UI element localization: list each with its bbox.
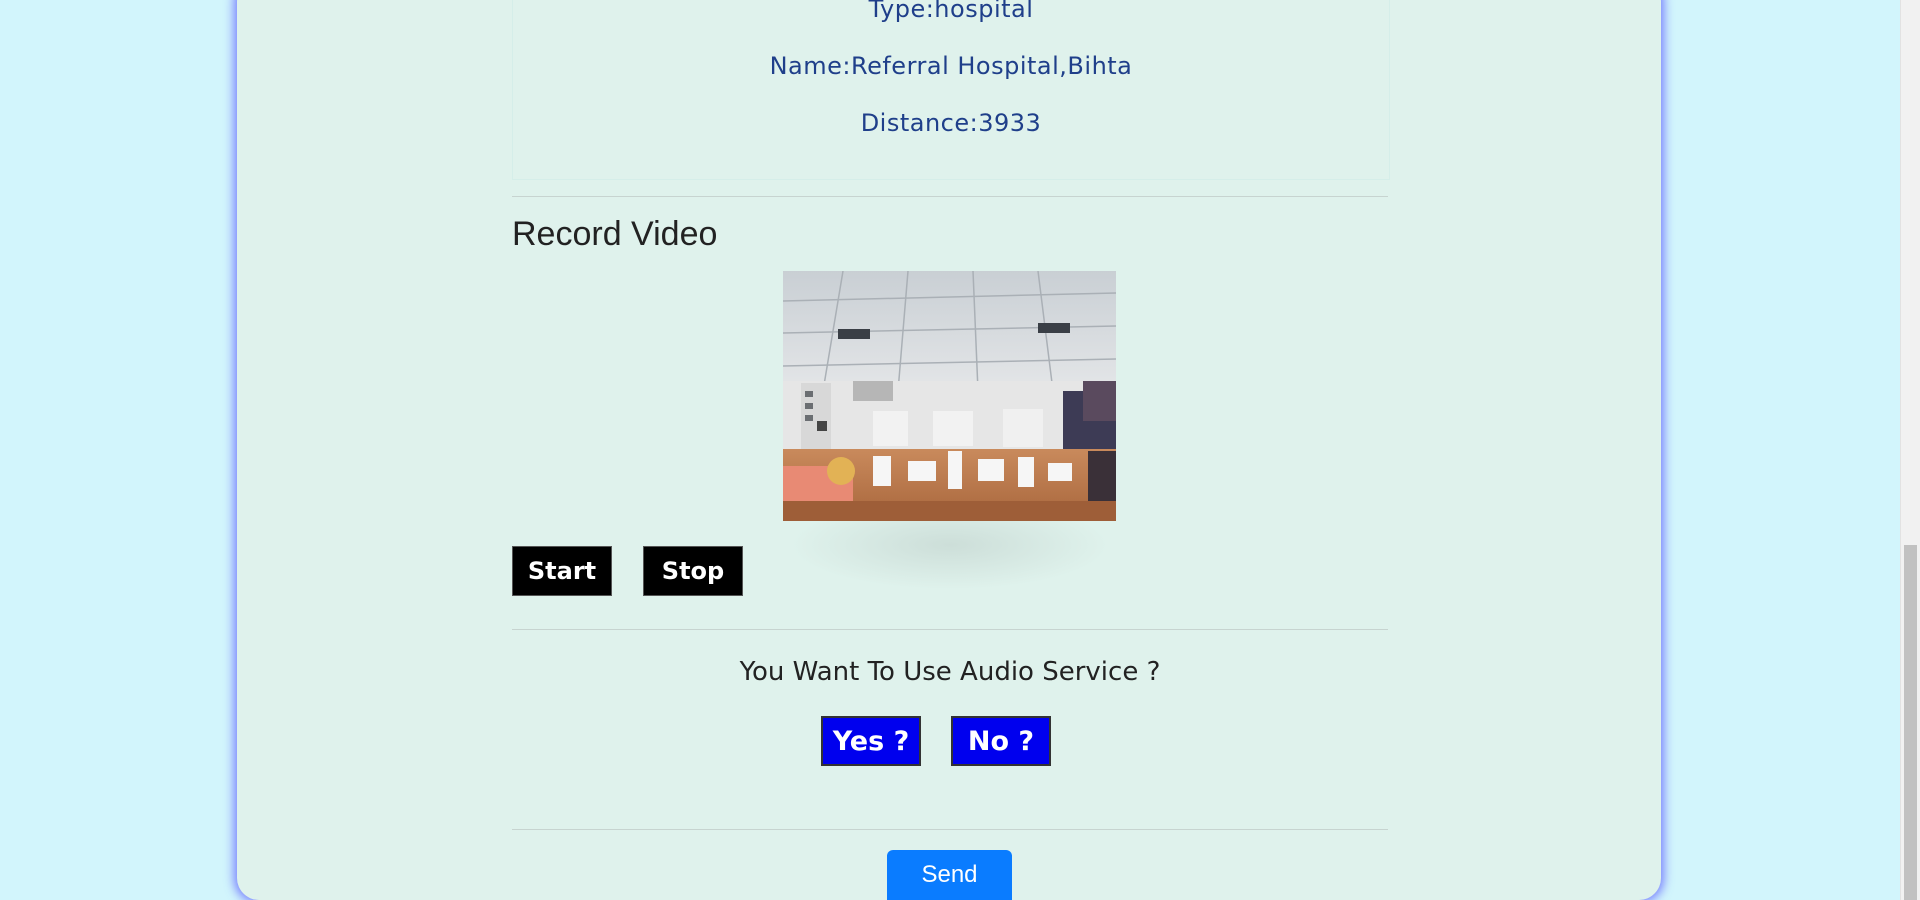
stop-button[interactable]: Stop [643, 546, 743, 596]
vertical-scrollbar[interactable] [1900, 0, 1920, 900]
divider [512, 196, 1388, 197]
divider [512, 629, 1388, 630]
scrollbar-thumb[interactable] [1904, 545, 1917, 900]
facility-name: Name:Referral Hospital,Bihta [769, 52, 1133, 80]
facility-info-box [512, 0, 1390, 180]
page: Type:hospital Name:Referral Hospital,Bih… [0, 0, 1920, 900]
video-preview[interactable] [783, 271, 1116, 521]
audio-yes-button[interactable]: Yes ? [821, 716, 921, 766]
divider [512, 829, 1388, 830]
audio-no-button[interactable]: No ? [951, 716, 1051, 766]
facility-type: Type:hospital [868, 0, 1034, 23]
camera-frame-image [783, 271, 1116, 521]
start-button[interactable]: Start [512, 546, 612, 596]
record-video-title: Record Video [512, 215, 718, 253]
audio-service-question: You Want To Use Audio Service ? [739, 657, 1161, 687]
facility-distance: Distance:3933 [860, 109, 1042, 137]
send-button[interactable]: Send [887, 850, 1012, 900]
